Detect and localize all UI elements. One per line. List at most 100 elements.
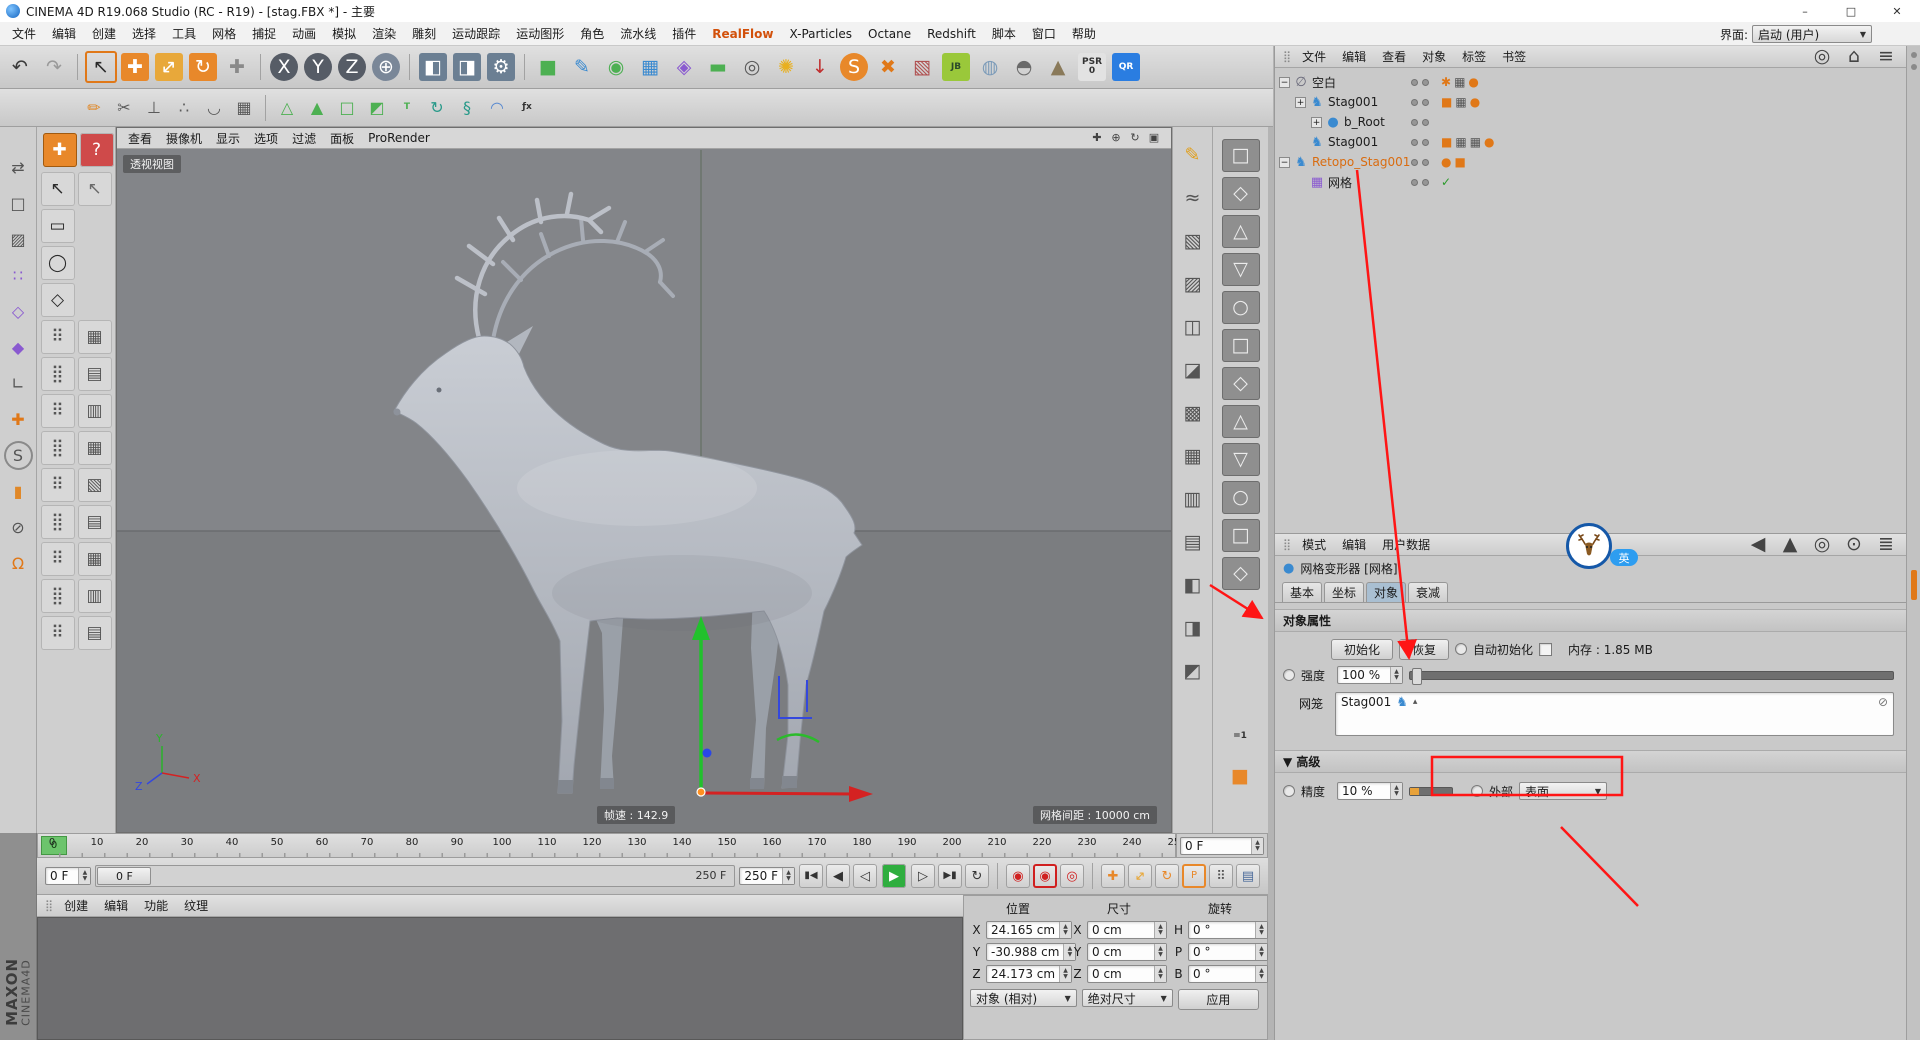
workplane-cube-icon[interactable]: ■ bbox=[1224, 760, 1256, 792]
checker-tag-icon[interactable]: ▦ bbox=[1455, 95, 1466, 109]
palette-tile[interactable]: ▧ bbox=[78, 468, 112, 502]
deformer-dock-tile[interactable]: ○ bbox=[1222, 291, 1260, 324]
palette-tile[interactable]: ⠿ bbox=[41, 320, 75, 354]
dot-tag-icon[interactable]: ● bbox=[1468, 75, 1478, 89]
visibility-dots[interactable] bbox=[1411, 99, 1429, 106]
record-rotation-button[interactable]: ↻ bbox=[1155, 864, 1179, 888]
polygon-mode-icon[interactable]: ◆ bbox=[4, 333, 33, 362]
goto-end-button[interactable]: ▶▮ bbox=[938, 864, 962, 888]
lattice-icon[interactable]: ◍ bbox=[974, 51, 1006, 83]
main-menu-22[interactable]: 帮助 bbox=[1064, 22, 1104, 45]
checker-tag-icon[interactable]: ▦ bbox=[1454, 75, 1465, 89]
main-menu-9[interactable]: 渲染 bbox=[364, 22, 404, 45]
sweep-icon[interactable]: § bbox=[453, 94, 481, 122]
am-tab-3[interactable]: 衰减 bbox=[1408, 582, 1448, 602]
deformer-dock-tile[interactable]: △ bbox=[1222, 215, 1260, 248]
main-menu-16[interactable]: RealFlow bbox=[704, 24, 781, 44]
object-name[interactable]: 空白 bbox=[1312, 74, 1336, 91]
z-axis-lock-icon[interactable]: Z bbox=[338, 53, 366, 81]
range-end-field[interactable]: 250 F ▲▼ bbox=[739, 867, 795, 885]
main-menu-15[interactable]: 插件 bbox=[664, 22, 704, 45]
side-dot-icon[interactable] bbox=[1911, 64, 1917, 70]
dock-tile[interactable]: ◪ bbox=[1177, 354, 1209, 386]
coord-field-位置-Z[interactable]: 24.173 cm▲▼ bbox=[986, 965, 1072, 983]
checker-tag-icon[interactable]: ▦ bbox=[1470, 135, 1481, 149]
auto-init-checkbox[interactable] bbox=[1539, 643, 1552, 656]
x-axis-lock-icon[interactable]: X bbox=[270, 53, 298, 81]
solo-mode-icon[interactable]: S bbox=[4, 441, 33, 470]
timeline-current-field[interactable]: 0 F ▲▼ bbox=[1180, 837, 1264, 855]
timeline-window-button[interactable]: ▤ bbox=[1236, 864, 1260, 888]
osquare-tag-icon[interactable]: ■ bbox=[1441, 135, 1452, 149]
ime-language-badge[interactable]: 英 bbox=[1610, 549, 1638, 566]
am-menu-0[interactable]: 模式 bbox=[1294, 533, 1334, 556]
main-menu-7[interactable]: 动画 bbox=[284, 22, 324, 45]
dock-tile[interactable]: ▧ bbox=[1177, 225, 1209, 257]
workplane-icon[interactable]: ∟ bbox=[4, 369, 33, 398]
main-menu-0[interactable]: 文件 bbox=[4, 22, 44, 45]
coord-size-dropdown[interactable]: 绝对尺寸▼ bbox=[1082, 989, 1173, 1007]
live-selection-icon[interactable]: ↖ bbox=[85, 51, 117, 83]
axis-mode-icon[interactable]: ✚ bbox=[4, 405, 33, 434]
viewport[interactable]: Y X Z 查看摄像机显示选项过滤面板ProRender ✚⊕↻▣ 透视视图 帧… bbox=[116, 127, 1172, 833]
xpresso-icon[interactable]: ƒx bbox=[513, 94, 541, 122]
point-mode-icon[interactable]: ∷ bbox=[4, 261, 33, 290]
main-menu-18[interactable]: Octane bbox=[860, 24, 919, 44]
goto-start-button[interactable]: ▮◀ bbox=[799, 864, 823, 888]
object-name[interactable]: Stag001 bbox=[1328, 135, 1378, 149]
initialize-button[interactable]: 初始化 bbox=[1331, 639, 1393, 660]
main-menu-19[interactable]: Redshift bbox=[919, 24, 984, 44]
deformer-dock-tile[interactable]: △ bbox=[1222, 405, 1260, 438]
knife-icon[interactable]: ✂ bbox=[110, 94, 138, 122]
gizmo-origin[interactable] bbox=[697, 788, 705, 796]
coord-field-尺寸-Z[interactable]: 0 cm▲▼ bbox=[1087, 965, 1167, 983]
om-menu-1[interactable]: 编辑 bbox=[1334, 45, 1374, 68]
sculpt-brush-icon[interactable]: ✏ bbox=[80, 94, 108, 122]
dock-tile[interactable]: ▩ bbox=[1177, 397, 1209, 429]
polygon-pen-icon[interactable]: △ bbox=[273, 94, 301, 122]
autokey-button[interactable]: ◉ bbox=[1033, 864, 1057, 888]
am-menu-icon[interactable]: ≣ bbox=[1870, 529, 1902, 561]
lock-icon[interactable]: ⊘ bbox=[4, 513, 33, 542]
grid-tool-icon[interactable]: ▦ bbox=[230, 94, 258, 122]
main-menu-11[interactable]: 运动跟踪 bbox=[444, 22, 508, 45]
lasso-select[interactable]: ◯ bbox=[41, 246, 75, 280]
am-tab-2[interactable]: 对象 bbox=[1366, 582, 1406, 602]
palette-tile[interactable]: ⣿ bbox=[41, 505, 75, 539]
coord-field-位置-Y[interactable]: -30.988 cm▲▼ bbox=[986, 943, 1076, 961]
am-back-icon[interactable]: ◀ bbox=[1742, 529, 1774, 561]
main-menu-4[interactable]: 工具 bbox=[164, 22, 204, 45]
checker-sphere-icon[interactable]: ◓ bbox=[1008, 51, 1040, 83]
camera-icon[interactable]: ◎ bbox=[736, 51, 768, 83]
last-tool-icon[interactable]: ✚ bbox=[221, 51, 253, 83]
checker-tag-icon[interactable]: ▦ bbox=[1455, 135, 1466, 149]
deformer-dock-tile[interactable]: ◇ bbox=[1222, 557, 1260, 590]
apply-button[interactable]: 应用 bbox=[1178, 989, 1259, 1010]
palette-tile[interactable]: ▦ bbox=[78, 431, 112, 465]
help-button[interactable]: ? bbox=[80, 133, 114, 167]
jack-icon[interactable]: ✖ bbox=[872, 51, 904, 83]
prev-frame-button[interactable]: ◁ bbox=[853, 864, 877, 888]
keyframe-selection-button[interactable]: ◎ bbox=[1060, 864, 1084, 888]
point-tool-icon[interactable]: ∴ bbox=[170, 94, 198, 122]
om-home-icon[interactable]: ⌂ bbox=[1838, 41, 1870, 73]
polygon-select[interactable]: ◇ bbox=[41, 283, 75, 317]
record-parameter-button[interactable]: P bbox=[1182, 864, 1206, 888]
cage-up-icon[interactable]: ▴ bbox=[1413, 695, 1418, 707]
burst-tag-icon[interactable]: ✱ bbox=[1441, 75, 1451, 89]
object-row-Retopo_Stag001[interactable]: −♞Retopo_Stag001●■ bbox=[1275, 152, 1906, 172]
snap-icon[interactable]: Ω bbox=[4, 549, 33, 578]
deformer-dock-tile[interactable]: ▽ bbox=[1222, 253, 1260, 286]
play-button[interactable]: ▶ bbox=[882, 864, 906, 888]
strength-radio[interactable] bbox=[1283, 669, 1295, 681]
accuracy-field[interactable]: 10 % ▲▼ bbox=[1337, 782, 1403, 800]
visibility-dots[interactable] bbox=[1411, 159, 1429, 166]
am-lock-icon[interactable]: ⊙ bbox=[1838, 529, 1870, 561]
drag-grip-icon[interactable]: ⣿ bbox=[45, 899, 52, 912]
palette-tile[interactable]: ▥ bbox=[78, 394, 112, 428]
dot-tag-icon[interactable]: ● bbox=[1441, 155, 1451, 169]
object-row-Stag001[interactable]: ♞Stag001■▦▦● bbox=[1275, 132, 1906, 152]
deformer-dock-tile[interactable]: □ bbox=[1222, 519, 1260, 552]
arc-tool-icon[interactable]: ◡ bbox=[200, 94, 228, 122]
pan-view-icon[interactable]: ✚ bbox=[1088, 129, 1106, 145]
